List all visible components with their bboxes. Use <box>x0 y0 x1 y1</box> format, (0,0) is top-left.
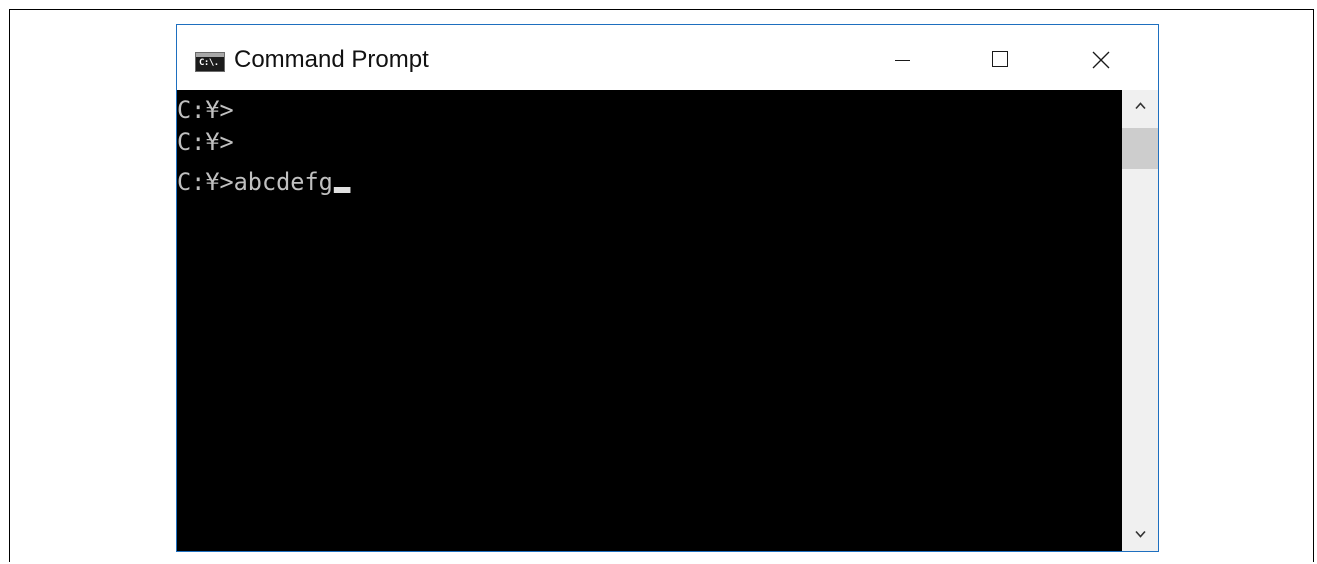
chevron-up-icon <box>1135 102 1146 110</box>
maximize-button[interactable] <box>968 33 1032 83</box>
close-button[interactable] <box>1069 33 1133 83</box>
maximize-icon <box>992 51 1008 67</box>
text-cursor <box>333 187 351 193</box>
window-title: Command Prompt <box>234 46 429 73</box>
minimize-button[interactable] <box>869 33 933 83</box>
icon-top-bar <box>196 53 224 57</box>
console-input-text: C:¥>abcdefg <box>177 168 333 196</box>
vertical-scrollbar[interactable] <box>1122 90 1158 551</box>
minimize-icon <box>895 60 910 61</box>
console-output[interactable]: C:¥> C:¥> C:¥>abcdefg <box>177 90 1122 551</box>
scroll-up-button[interactable] <box>1122 90 1158 124</box>
console-line: C:¥> <box>177 128 234 156</box>
scroll-thumb[interactable] <box>1122 128 1158 169</box>
title-bar[interactable]: C:\. Command Prompt <box>177 25 1158 90</box>
scroll-down-button[interactable] <box>1122 517 1158 551</box>
command-prompt-window: C:\. Command Prompt C:¥> C:¥> C:¥>abcdef… <box>176 24 1159 552</box>
command-prompt-icon[interactable]: C:\. <box>195 52 225 72</box>
console-line: C:¥> <box>177 96 234 124</box>
close-icon <box>1092 51 1110 69</box>
console-input-line[interactable]: C:¥>abcdefg <box>177 168 351 196</box>
chevron-down-icon <box>1135 530 1146 538</box>
icon-label: C:\. <box>199 58 219 68</box>
